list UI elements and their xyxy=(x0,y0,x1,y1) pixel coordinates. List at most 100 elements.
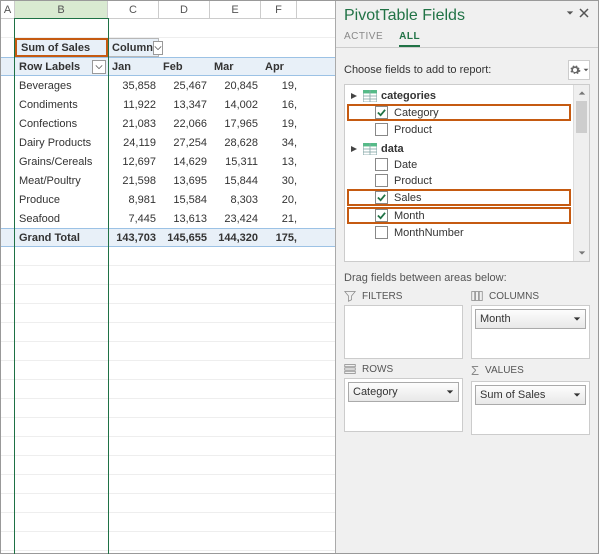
columns-area[interactable]: Month xyxy=(471,305,590,359)
data-cell[interactable]: 19, xyxy=(261,118,297,130)
data-cell[interactable]: 8,981 xyxy=(108,194,159,206)
data-cell[interactable]: 15,311 xyxy=(210,156,261,168)
values-area[interactable]: Sum of Sales xyxy=(471,381,590,435)
data-cell[interactable]: 17,965 xyxy=(210,118,261,130)
checkbox[interactable] xyxy=(375,123,388,136)
value-field-chip[interactable]: Sum of Sales xyxy=(475,385,586,405)
checkbox[interactable] xyxy=(375,191,388,204)
scroll-up-icon[interactable] xyxy=(574,85,589,101)
filters-area[interactable] xyxy=(344,305,463,359)
table-row[interactable]: Condiments11,92213,34714,00216, xyxy=(1,95,335,114)
data-cell[interactable]: 13,347 xyxy=(159,99,210,111)
month-header[interactable]: Feb xyxy=(159,61,210,73)
row-label[interactable]: Grains/Cereals xyxy=(15,156,108,168)
col-header-D[interactable]: D xyxy=(159,1,210,18)
table-row[interactable]: Dairy Products24,11927,25428,62834, xyxy=(1,133,335,152)
grand-total-val[interactable]: 144,320 xyxy=(210,232,261,244)
month-header[interactable]: Mar xyxy=(210,61,261,73)
data-cell[interactable]: 12,697 xyxy=(108,156,159,168)
column-labels-dropdown[interactable] xyxy=(153,41,163,55)
pivot-title-cell[interactable]: Sum of Sales xyxy=(15,38,108,57)
col-header-F[interactable]: F xyxy=(261,1,297,18)
checkbox[interactable] xyxy=(375,106,388,119)
data-cell[interactable]: 14,629 xyxy=(159,156,210,168)
table-row[interactable]: Beverages35,85825,46720,84519, xyxy=(1,76,335,95)
data-cell[interactable]: 15,844 xyxy=(210,175,261,187)
tab-all[interactable]: ALL xyxy=(399,31,420,47)
tab-active[interactable]: ACTIVE xyxy=(344,31,383,47)
row-label[interactable]: Meat/Poultry xyxy=(15,175,108,187)
data-cell[interactable]: 20,845 xyxy=(210,80,261,92)
data-cell[interactable]: 13,613 xyxy=(159,213,210,225)
data-cell[interactable]: 28,628 xyxy=(210,137,261,149)
data-cell[interactable]: 21,083 xyxy=(108,118,159,130)
field-node[interactable]: Month xyxy=(347,207,571,224)
data-cell[interactable]: 16, xyxy=(261,99,297,111)
col-header-E[interactable]: E xyxy=(210,1,261,18)
grand-total-val[interactable]: 145,655 xyxy=(159,232,210,244)
table-row[interactable]: Produce8,98115,5848,30320, xyxy=(1,190,335,209)
month-header[interactable]: Apr xyxy=(261,61,297,73)
checkbox[interactable] xyxy=(375,158,388,171)
data-cell[interactable]: 8,303 xyxy=(210,194,261,206)
data-cell[interactable]: 11,922 xyxy=(108,99,159,111)
data-cell[interactable]: 15,584 xyxy=(159,194,210,206)
data-cell[interactable]: 13, xyxy=(261,156,297,168)
field-node[interactable]: Sales xyxy=(347,189,571,206)
month-header[interactable]: Jan xyxy=(108,61,159,73)
row-label[interactable]: Seafood xyxy=(15,213,108,225)
data-cell[interactable]: 22,066 xyxy=(159,118,210,130)
field-node[interactable]: Category xyxy=(347,104,571,121)
data-cell[interactable]: 27,254 xyxy=(159,137,210,149)
scroll-down-icon[interactable] xyxy=(574,245,589,261)
row-label[interactable]: Produce xyxy=(15,194,108,206)
field-node[interactable]: Product xyxy=(347,173,571,188)
data-cell[interactable]: 21,598 xyxy=(108,175,159,187)
data-cell[interactable]: 13,695 xyxy=(159,175,210,187)
field-scrollbar[interactable] xyxy=(573,85,589,261)
column-field-chip[interactable]: Month xyxy=(475,309,586,329)
pane-dropdown-icon[interactable] xyxy=(564,7,576,19)
data-cell[interactable]: 24,119 xyxy=(108,137,159,149)
data-cell[interactable]: 7,445 xyxy=(108,213,159,225)
row-labels-dropdown[interactable] xyxy=(92,60,106,74)
column-labels-cell[interactable]: Column xyxy=(108,38,159,57)
data-cell[interactable]: 19, xyxy=(261,80,297,92)
field-node[interactable]: Product xyxy=(347,122,571,137)
field-tree[interactable]: categoriesCategoryProductdataDateProduct… xyxy=(345,85,573,261)
table-row[interactable]: Grains/Cereals12,69714,62915,31113, xyxy=(1,152,335,171)
grand-total-label[interactable]: Grand Total xyxy=(15,232,108,244)
row-label[interactable]: Confections xyxy=(15,118,108,130)
data-cell[interactable]: 20, xyxy=(261,194,297,206)
data-cell[interactable]: 35,858 xyxy=(108,80,159,92)
data-cell[interactable]: 34, xyxy=(261,137,297,149)
checkbox[interactable] xyxy=(375,209,388,222)
grand-total-val[interactable]: 143,703 xyxy=(108,232,159,244)
field-node[interactable]: MonthNumber xyxy=(347,225,571,240)
table-node[interactable]: categories xyxy=(347,89,571,103)
col-header-A[interactable]: A xyxy=(1,1,15,18)
rows-area[interactable]: Category xyxy=(344,378,463,432)
close-icon[interactable] xyxy=(578,7,590,19)
spreadsheet-grid[interactable]: A B C D E F Sum of Sales Column Row Labe… xyxy=(1,1,335,553)
checkbox[interactable] xyxy=(375,226,388,239)
data-cell[interactable]: 14,002 xyxy=(210,99,261,111)
field-list-options-button[interactable] xyxy=(568,60,590,80)
data-cell[interactable]: 23,424 xyxy=(210,213,261,225)
row-label[interactable]: Dairy Products xyxy=(15,137,108,149)
table-node[interactable]: data xyxy=(347,142,571,156)
data-cell[interactable]: 21, xyxy=(261,213,297,225)
grand-total-val[interactable]: 175, xyxy=(261,232,297,244)
field-node[interactable]: Date xyxy=(347,157,571,172)
checkbox[interactable] xyxy=(375,174,388,187)
row-labels-header[interactable]: Row Labels xyxy=(19,61,80,73)
col-header-C[interactable]: C xyxy=(108,1,159,18)
table-row[interactable]: Confections21,08322,06617,96519, xyxy=(1,114,335,133)
row-label[interactable]: Beverages xyxy=(15,80,108,92)
data-cell[interactable]: 30, xyxy=(261,175,297,187)
data-cell[interactable]: 25,467 xyxy=(159,80,210,92)
row-field-chip[interactable]: Category xyxy=(348,382,459,402)
table-row[interactable]: Meat/Poultry21,59813,69515,84430, xyxy=(1,171,335,190)
scroll-thumb[interactable] xyxy=(576,101,587,133)
row-label[interactable]: Condiments xyxy=(15,99,108,111)
